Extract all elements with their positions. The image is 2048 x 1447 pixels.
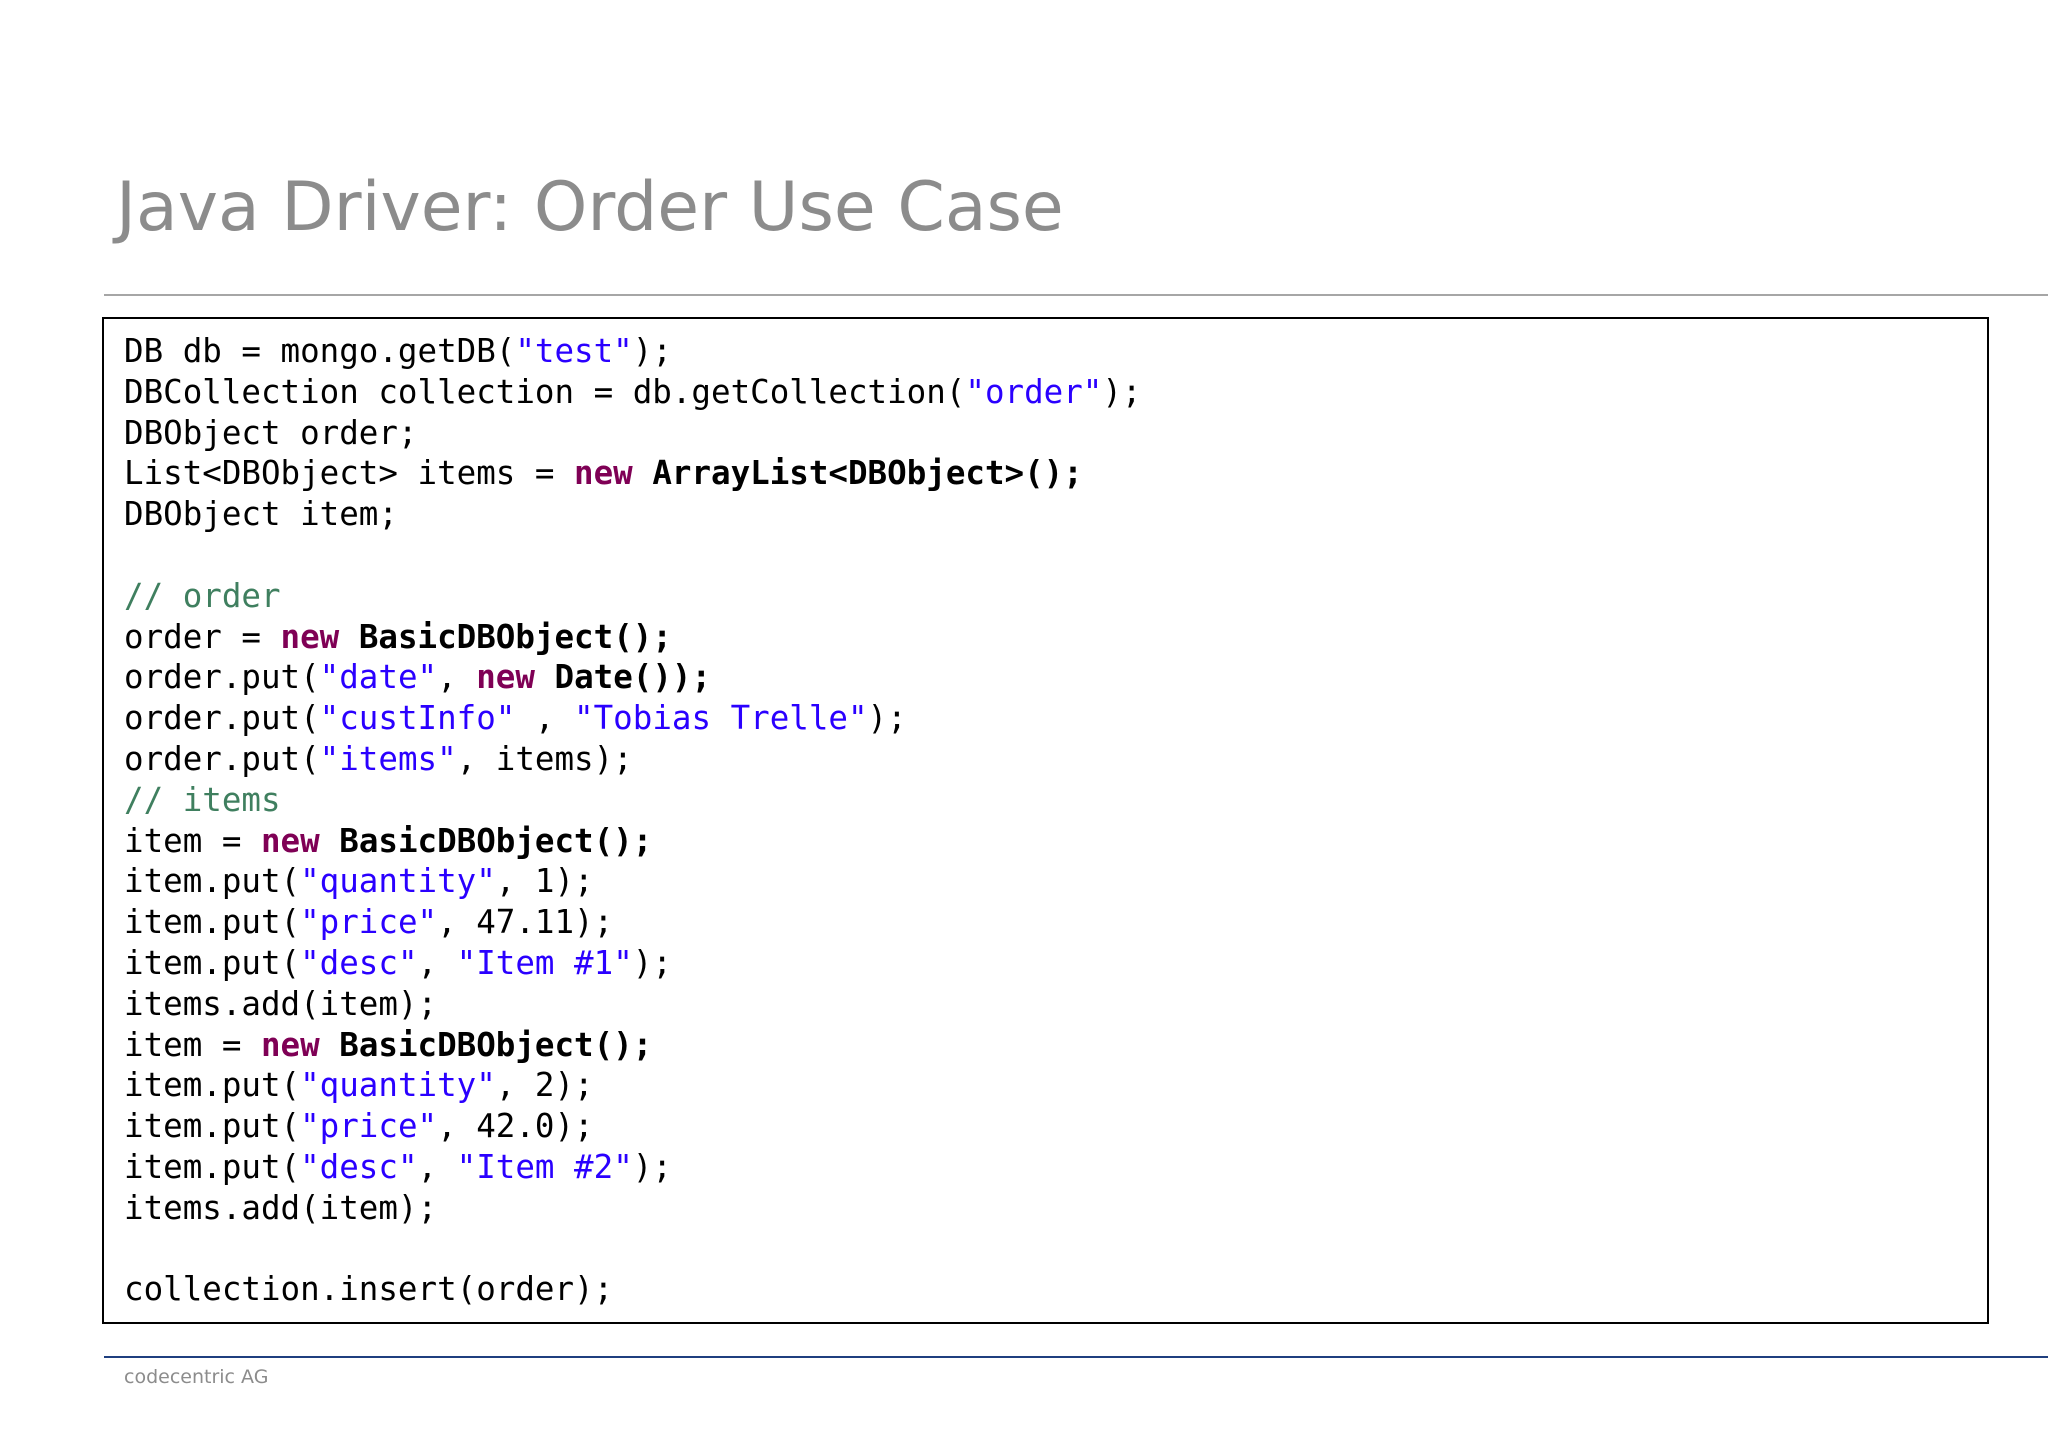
- code-line: items.add(item);: [124, 1188, 1141, 1229]
- code-block: DB db = mongo.getDB("test"); DBCollection…: [102, 317, 1989, 1324]
- code-text: item =: [124, 821, 261, 860]
- code-line: item.put("price", 42.0);: [124, 1106, 1141, 1147]
- code-keyword: new: [574, 454, 633, 493]
- code-text: items.add(item);: [124, 1188, 438, 1227]
- code-string: "test": [515, 332, 633, 370]
- code-line: order.put("custInfo" , "Tobias Trelle");: [124, 698, 1141, 739]
- code-text: , 1);: [495, 862, 594, 901]
- code-line: item.put("desc", "Item #2");: [124, 1147, 1141, 1188]
- slide-title: Java Driver: Order Use Case: [116, 168, 1064, 247]
- code-identifier: BasicDBObject();: [339, 821, 653, 860]
- code-line: DBCollection collection = db.getCollecti…: [124, 372, 1141, 413]
- code-string: "price": [300, 903, 438, 942]
- footer-divider: [104, 1356, 2048, 1358]
- title-divider: [104, 294, 2048, 296]
- code-comment: // items: [124, 780, 281, 819]
- code-line: List<DBObject> items = new ArrayList<DBO…: [124, 453, 1141, 494]
- code-text: ,: [417, 1147, 457, 1186]
- code-string: "quantity": [300, 862, 496, 901]
- code-text: );: [632, 332, 672, 370]
- code-line: DBObject item;: [124, 494, 1141, 535]
- code-text: order.put(: [124, 739, 320, 778]
- code-keyword: new: [260, 821, 320, 860]
- code-string: "desc": [300, 943, 418, 982]
- code-text: item.put(: [124, 1147, 301, 1186]
- code-text: , items);: [456, 739, 633, 778]
- code-text: ,: [417, 943, 457, 982]
- footer-company: codecentric AG: [124, 1366, 269, 1388]
- code-identifier: ArrayList<DBObject>();: [652, 454, 1083, 493]
- code-line: order = new BasicDBObject();: [124, 617, 1141, 658]
- code-string: "Tobias Trelle": [574, 699, 868, 738]
- code-string: "items": [319, 739, 457, 778]
- code-string: "quantity": [300, 1066, 496, 1105]
- code-text: order.put(: [124, 699, 320, 738]
- code-text: );: [1102, 372, 1142, 411]
- code-text: item =: [124, 1025, 261, 1064]
- code-text: DBObject order;: [124, 413, 418, 452]
- code-string: "order": [965, 372, 1103, 411]
- code-identifier: BasicDBObject();: [339, 1025, 653, 1064]
- code-text: );: [632, 1147, 672, 1186]
- code-text: order =: [124, 617, 281, 656]
- code-text: );: [632, 943, 672, 982]
- code-text: DBObject item;: [124, 495, 398, 534]
- code-line: order.put("date", new Date());: [124, 657, 1141, 698]
- code-line: collection.insert(order);: [124, 1269, 1141, 1310]
- code-text: item.put(: [124, 1107, 301, 1146]
- code-identifier: Date());: [554, 658, 712, 697]
- code-text: , 47.11);: [437, 903, 614, 942]
- code-keyword: new: [260, 1025, 320, 1064]
- code-line: // order: [124, 576, 1141, 617]
- code-line: item = new BasicDBObject();: [124, 1025, 1141, 1066]
- code-line: item.put("desc", "Item #1");: [124, 943, 1141, 984]
- code-text: order.put(: [124, 658, 320, 697]
- code-string: "price": [300, 1107, 438, 1146]
- code-string: "Item #2": [456, 1147, 633, 1186]
- code-text: ,: [515, 699, 575, 738]
- code-string: "desc": [300, 1147, 418, 1186]
- code-line: item.put("quantity", 2);: [124, 1065, 1141, 1106]
- code-line: items.add(item);: [124, 984, 1141, 1025]
- code-text: ,: [437, 658, 477, 697]
- code-keyword: new: [476, 658, 535, 697]
- code-string: "custInfo": [319, 699, 516, 738]
- code-text: items.add(item);: [124, 984, 438, 1023]
- code-line: DB db = mongo.getDB("test");: [124, 331, 1141, 372]
- code-string: "Item #1": [456, 943, 633, 982]
- code-comment: // order: [124, 576, 281, 615]
- code-keyword: new: [280, 617, 340, 656]
- code-line: item.put("price", 47.11);: [124, 902, 1141, 943]
- code-line: DBObject order;: [124, 413, 1141, 454]
- code-text: , 2);: [495, 1066, 594, 1105]
- code-identifier: BasicDBObject();: [358, 617, 672, 656]
- code-text: item.put(: [124, 1066, 301, 1105]
- code-line: item.put("quantity", 1);: [124, 861, 1141, 902]
- code-line: order.put("items", items);: [124, 739, 1141, 780]
- code-text: List<DBObject> items =: [124, 454, 575, 493]
- code-text: item.put(: [124, 862, 301, 901]
- code-string: "date": [319, 658, 438, 697]
- code-text: item.put(: [124, 943, 301, 982]
- code-text: );: [867, 699, 907, 738]
- code-text: , 42.0);: [437, 1107, 594, 1146]
- code-line: // items: [124, 780, 1141, 821]
- code-line: item = new BasicDBObject();: [124, 821, 1141, 862]
- code-listing: DB db = mongo.getDB("test"); DBCollection…: [124, 331, 1141, 1310]
- code-text: item.put(: [124, 903, 301, 942]
- code-text: DB db = mongo.getDB(: [124, 332, 516, 370]
- code-text: collection.insert(order);: [124, 1270, 614, 1309]
- code-text: DBCollection collection = db.getCollecti…: [124, 372, 966, 411]
